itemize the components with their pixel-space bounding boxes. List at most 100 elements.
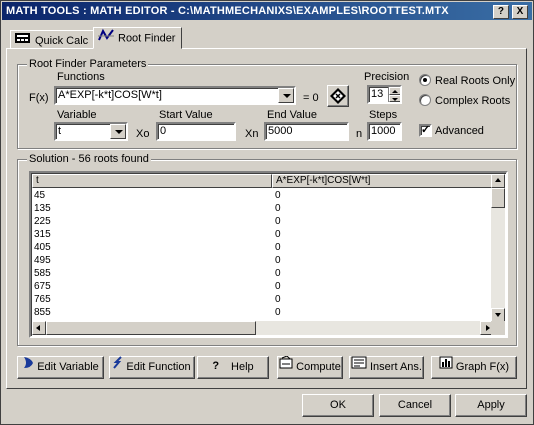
vertical-scroll-thumb[interactable] — [491, 188, 505, 208]
edit-variable-button[interactable]: Edit Variable — [17, 356, 104, 379]
math-editor-window: MATH TOOLS : MATH EDITOR - C:\MATHMECHAN… — [0, 0, 534, 425]
end-value-input[interactable]: 5000 — [264, 122, 349, 141]
scroll-left-icon[interactable] — [32, 321, 46, 335]
start-value-text: 0 — [160, 125, 167, 137]
vertical-scrollbar[interactable] — [491, 174, 505, 322]
cell-value: 0 — [275, 268, 281, 279]
horizontal-scroll-thumb[interactable] — [46, 321, 256, 335]
equals-zero-label: = 0 — [303, 92, 319, 104]
scroll-down-icon[interactable] — [491, 308, 505, 322]
edit-variable-label: Edit Variable — [37, 361, 99, 373]
cell-t: 405 — [34, 242, 51, 253]
variable-label: Variable — [57, 109, 97, 121]
tab-label: Root Finder — [118, 32, 176, 45]
column-header-function[interactable]: A*EXP[-k*t]COS[W*t] — [272, 174, 494, 188]
scroll-corner — [491, 321, 505, 335]
cell-value: 0 — [275, 307, 281, 318]
cell-t: 225 — [34, 216, 51, 227]
edit-function-button[interactable]: Edit Function — [109, 356, 195, 379]
cell-value: 0 — [275, 255, 281, 266]
cell-value: 0 — [275, 242, 281, 253]
ok-button[interactable]: OK — [302, 394, 374, 417]
xo-label: Xo — [136, 128, 150, 140]
end-value-text: 5000 — [268, 125, 293, 137]
function-editor-button[interactable] — [327, 85, 349, 107]
cell-value: 0 — [275, 294, 281, 305]
close-title-button[interactable]: X — [512, 5, 528, 19]
xn-label: Xn — [245, 128, 259, 140]
apply-button[interactable]: Apply — [455, 394, 527, 417]
advanced-label: Advanced — [435, 125, 484, 137]
root-finder-icon — [98, 28, 114, 49]
spin-up-icon[interactable] — [389, 87, 400, 95]
end-value-label: End Value — [267, 109, 317, 121]
column-header-t[interactable]: t — [32, 174, 272, 188]
real-roots-label: Real Roots Only — [435, 75, 516, 87]
compute-label: Compute — [296, 361, 341, 373]
steps-label: Steps — [369, 109, 398, 121]
cell-t: 135 — [34, 203, 51, 214]
compute-icon — [279, 355, 293, 376]
function-combobox[interactable]: A*EXP[-k*t]COS[W*t] — [54, 86, 296, 105]
cell-value: 0 — [275, 190, 281, 201]
advanced-checkbox[interactable]: ✓ — [419, 124, 432, 137]
title-bar: MATH TOOLS : MATH EDITOR - C:\MATHMECHAN… — [2, 2, 532, 20]
steps-input[interactable]: 1000 — [367, 122, 402, 141]
function-value: A*EXP[-k*t]COS[W*t] — [58, 89, 162, 101]
graph-function-label: Graph F(x) — [455, 361, 510, 373]
chevron-down-icon[interactable] — [278, 88, 294, 103]
solution-group-label: Solution - 56 roots found — [27, 153, 151, 165]
check-icon: ✓ — [421, 124, 431, 136]
start-value-label: Start Value — [159, 109, 213, 121]
cell-t: 45 — [34, 190, 46, 201]
tab-label: Quick Calc — [35, 35, 89, 47]
help-title-button[interactable]: ? — [493, 5, 509, 19]
functions-label: Functions — [57, 71, 105, 83]
cell-value: 0 — [275, 216, 281, 227]
help-button[interactable]: ? Help — [197, 356, 269, 379]
chevron-down-icon[interactable] — [110, 124, 126, 139]
tab-quick-calc[interactable]: Quick Calc — [10, 30, 96, 49]
variable-icon — [22, 356, 34, 376]
precision-label: Precision — [364, 71, 410, 83]
cell-t: 585 — [34, 268, 51, 279]
graph-icon — [439, 356, 453, 376]
cell-value: 0 — [275, 229, 281, 240]
cell-value: 0 — [275, 281, 281, 292]
fx-label: F(x) — [29, 92, 49, 104]
cell-t: 765 — [34, 294, 51, 305]
compute-button[interactable]: Compute — [277, 355, 343, 379]
tab-root-finder[interactable]: Root Finder — [93, 27, 183, 49]
cell-t: 315 — [34, 229, 51, 240]
diamond-icon — [330, 88, 346, 107]
precision-spinner[interactable]: 13 — [367, 85, 402, 104]
graph-function-button[interactable]: Graph F(x) — [431, 356, 517, 379]
horizontal-scrollbar[interactable] — [32, 321, 494, 335]
scroll-up-icon[interactable] — [491, 174, 505, 188]
variable-value: t — [58, 125, 62, 137]
start-value-input[interactable]: 0 — [156, 122, 236, 141]
spin-down-icon[interactable] — [389, 94, 400, 102]
solution-table[interactable]: t A*EXP[-k*t]COS[W*t] 45 0 135 0 225 0 315 0… — [29, 171, 508, 338]
insert-answer-button[interactable]: Insert Ans. — [349, 356, 424, 379]
parameters-group-label: Root Finder Parameters — [27, 58, 149, 70]
cancel-button[interactable]: Cancel — [379, 394, 451, 417]
variable-combobox[interactable]: t — [54, 122, 128, 141]
insert-answer-label: Insert Ans. — [370, 361, 422, 373]
n-label: n — [356, 128, 363, 140]
precision-spin-buttons[interactable] — [388, 87, 400, 102]
function-icon — [113, 356, 123, 376]
cell-t: 495 — [34, 255, 51, 266]
complex-roots-label: Complex Roots — [435, 95, 511, 107]
edit-function-label: Edit Function — [126, 361, 191, 373]
real-roots-radio[interactable] — [419, 74, 431, 86]
window-title: MATH TOOLS : MATH EDITOR - C:\MATHMECHAN… — [6, 5, 449, 17]
complex-roots-radio[interactable] — [419, 94, 431, 106]
insert-answer-icon — [351, 356, 367, 376]
cell-t: 675 — [34, 281, 51, 292]
cell-t: 855 — [34, 307, 51, 318]
question-icon: ? — [212, 360, 220, 373]
help-label: Help — [231, 361, 254, 373]
steps-text: 1000 — [371, 125, 396, 137]
precision-value: 13 — [371, 88, 384, 100]
